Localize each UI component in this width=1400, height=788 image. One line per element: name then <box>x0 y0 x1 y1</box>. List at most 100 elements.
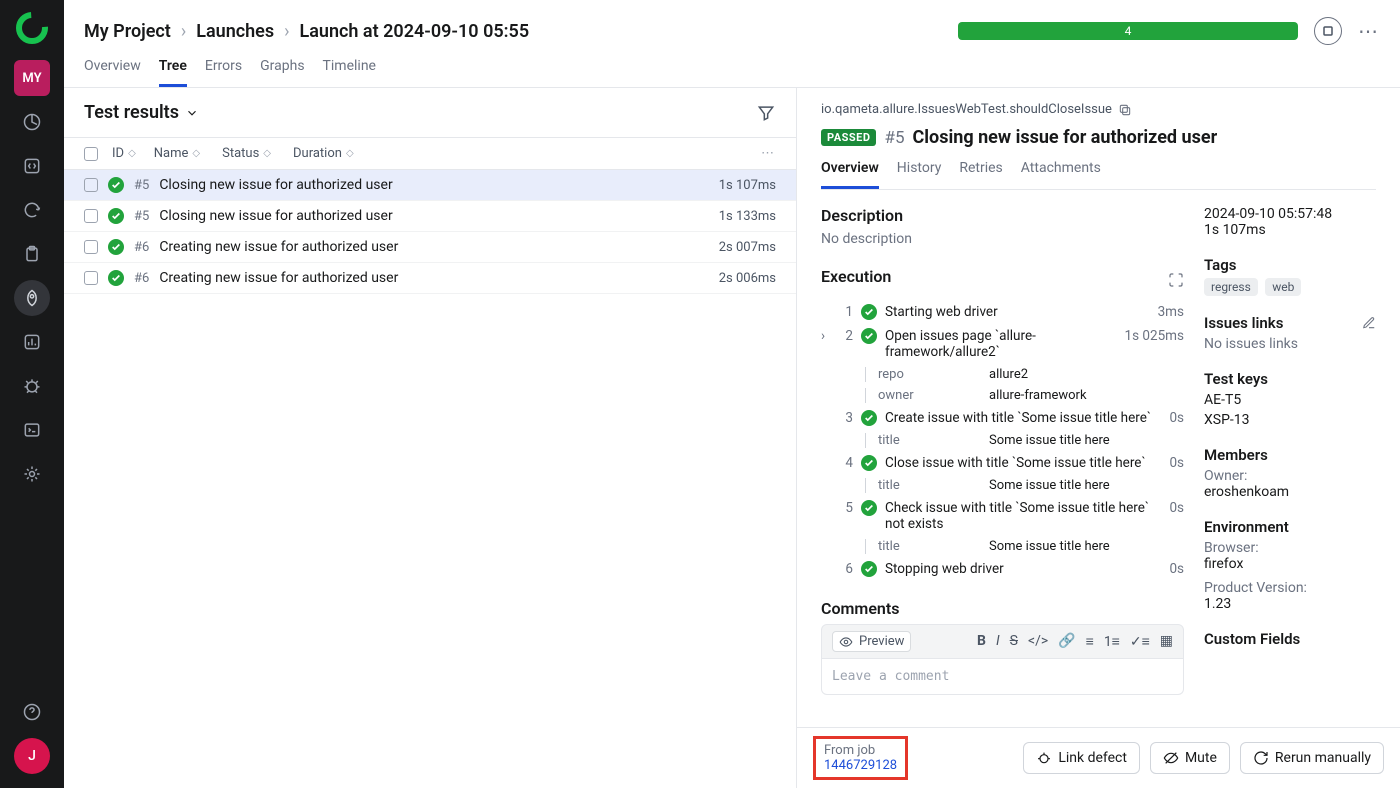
more-icon[interactable]: ⋯ <box>1358 19 1380 43</box>
table-row[interactable]: #5Closing new issue for authorized user1… <box>64 170 796 201</box>
nav-dashboard-icon[interactable] <box>14 104 50 140</box>
select-all-checkbox[interactable] <box>84 147 98 161</box>
tab-graphs[interactable]: Graphs <box>260 58 304 87</box>
comment-input[interactable]: Leave a comment <box>821 659 1184 695</box>
test-title: Closing new issue for authorized user <box>913 127 1218 148</box>
row-duration: 1s 107ms <box>719 178 776 193</box>
execution-step[interactable]: 1Starting web driver3ms <box>821 300 1184 324</box>
nav-bug-icon[interactable] <box>14 368 50 404</box>
results-title[interactable]: Test results <box>84 102 199 123</box>
detail-tab-history[interactable]: History <box>897 160 942 189</box>
table-more-icon[interactable]: ⋯ <box>761 146 776 161</box>
tab-overview[interactable]: Overview <box>84 58 141 87</box>
code-icon[interactable]: </> <box>1028 633 1048 650</box>
table-row[interactable]: #6Creating new issue for authorized user… <box>64 232 796 263</box>
env-val: firefox <box>1204 556 1376 572</box>
tab-tree[interactable]: Tree <box>159 58 187 87</box>
step-param-value: Some issue title here <box>989 433 1110 448</box>
tag-chip[interactable]: regress <box>1204 278 1258 296</box>
row-checkbox[interactable] <box>84 178 98 192</box>
meta-timestamp: 2024-09-10 05:57:48 <box>1204 206 1376 222</box>
edit-icon[interactable] <box>1362 316 1376 330</box>
execution-step[interactable]: ›2Open issues page `allure-framework/all… <box>821 324 1184 364</box>
status-passed-icon <box>108 239 124 255</box>
table-row[interactable]: #5Closing new issue for authorized user1… <box>64 201 796 232</box>
breadcrumb-launches[interactable]: Launches <box>196 21 274 42</box>
row-checkbox[interactable] <box>84 271 98 285</box>
step-param-value: Some issue title here <box>989 478 1110 493</box>
project-badge[interactable]: MY <box>14 60 50 96</box>
italic-icon[interactable]: I <box>996 633 1000 650</box>
row-checkbox[interactable] <box>84 240 98 254</box>
nav-settings-icon[interactable] <box>14 456 50 492</box>
testkeys-heading: Test keys <box>1204 370 1376 388</box>
tags-heading: Tags <box>1204 256 1376 274</box>
nav-sync-icon[interactable] <box>14 192 50 228</box>
step-number: 5 <box>839 500 853 516</box>
bold-icon[interactable]: B <box>977 633 986 650</box>
ol-icon[interactable]: 1≡ <box>1104 633 1120 650</box>
comments-heading: Comments <box>821 599 1184 618</box>
step-param-value: allure2 <box>989 367 1028 382</box>
rerun-button[interactable]: Rerun manually <box>1240 742 1384 774</box>
step-number: 3 <box>839 410 853 426</box>
tag-chip[interactable]: web <box>1265 278 1301 296</box>
execution-step[interactable]: 6Stopping web driver0s <box>821 557 1184 581</box>
ul-icon[interactable]: ≡ <box>1086 633 1094 650</box>
breadcrumb-project[interactable]: My Project <box>84 21 171 42</box>
status-passed-icon <box>861 328 877 344</box>
user-avatar[interactable]: J <box>14 738 50 774</box>
row-id: #5 <box>134 209 149 224</box>
checklist-icon[interactable]: ✓≡ <box>1130 633 1150 650</box>
execution-step[interactable]: 4Close issue with title `Some issue titl… <box>821 451 1184 475</box>
col-duration[interactable]: Duration◇ <box>293 146 354 161</box>
nav-analytics-icon[interactable] <box>14 324 50 360</box>
from-job-link[interactable]: 1446729128 <box>824 758 897 773</box>
members-heading: Members <box>1204 446 1376 464</box>
nav-clipboard-icon[interactable] <box>14 236 50 272</box>
stop-icon[interactable] <box>1314 17 1342 45</box>
help-icon[interactable] <box>14 694 50 730</box>
row-name: Closing new issue for authorized user <box>159 177 708 193</box>
meta-duration: 1s 107ms <box>1204 222 1376 238</box>
row-name: Creating new issue for authorized user <box>159 270 708 286</box>
step-time: 0s <box>1169 500 1184 516</box>
step-param-key: title <box>865 433 989 448</box>
row-duration: 1s 133ms <box>719 209 776 224</box>
link-icon[interactable]: 🔗 <box>1058 633 1075 650</box>
breadcrumb-launch: Launch at 2024-09-10 05:55 <box>300 21 530 42</box>
test-path: io.qameta.allure.IssuesWebTest.shouldClo… <box>821 102 1112 117</box>
nav-code-icon[interactable] <box>14 148 50 184</box>
filter-icon[interactable] <box>756 103 776 123</box>
execution-step[interactable]: 3Create issue with title `Some issue tit… <box>821 406 1184 430</box>
copy-icon[interactable] <box>1118 103 1132 117</box>
owner-value: eroshenkoam <box>1204 484 1376 500</box>
tab-timeline[interactable]: Timeline <box>323 58 376 87</box>
nav-terminal-icon[interactable] <box>14 412 50 448</box>
tab-errors[interactable]: Errors <box>205 58 242 87</box>
preview-button[interactable]: Preview <box>832 631 911 652</box>
row-checkbox[interactable] <box>84 209 98 223</box>
chevron-right-icon[interactable]: › <box>821 328 831 344</box>
detail-tab-retries[interactable]: Retries <box>959 160 1002 189</box>
detail-tab-attachments[interactable]: Attachments <box>1021 160 1101 189</box>
col-status[interactable]: Status◇ <box>222 146 271 161</box>
col-name[interactable]: Name◇ <box>154 146 200 161</box>
step-param-value: Some issue title here <box>989 539 1110 554</box>
step-param-value: allure-framework <box>989 388 1087 403</box>
strike-icon[interactable]: S <box>1010 633 1018 650</box>
expand-all-icon[interactable] <box>1168 272 1184 288</box>
mute-button[interactable]: Mute <box>1150 742 1230 774</box>
launch-progress[interactable]: 4 <box>958 22 1298 40</box>
chevron-down-icon <box>185 106 199 120</box>
table-icon[interactable]: ▦ <box>1160 633 1173 650</box>
nav-sidebar: MY J <box>0 0 64 788</box>
test-key: XSP-13 <box>1204 412 1376 428</box>
table-row[interactable]: #6Creating new issue for authorized user… <box>64 263 796 294</box>
step-time: 0s <box>1169 455 1184 471</box>
detail-tab-overview[interactable]: Overview <box>821 160 879 189</box>
execution-step[interactable]: 5Check issue with title `Some issue titl… <box>821 496 1184 536</box>
nav-launches-icon[interactable] <box>14 280 50 316</box>
col-id[interactable]: ID◇ <box>112 146 136 161</box>
link-defect-button[interactable]: Link defect <box>1023 742 1140 774</box>
